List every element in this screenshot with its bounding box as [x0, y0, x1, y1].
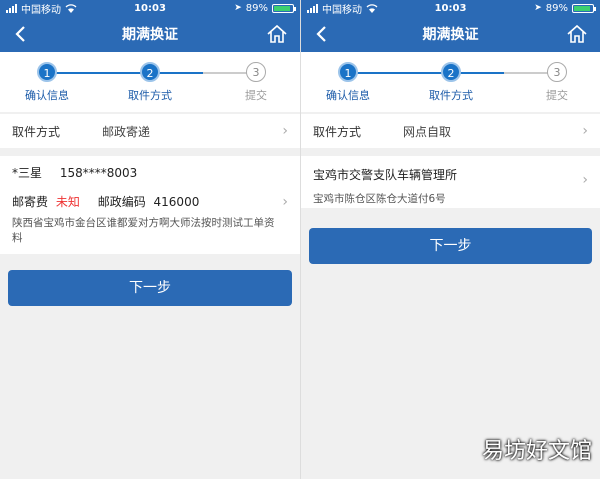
pickup-method-value: 网点自取	[403, 124, 452, 139]
step-indicator: 1 确认信息 2 取件方式 3 提交	[0, 52, 300, 112]
pickup-method-row[interactable]: 取件方式 邮政寄递 ›	[0, 114, 300, 148]
step-3-label: 提交	[245, 89, 267, 102]
step-1-label: 确认信息	[25, 89, 69, 102]
step-indicator: 1 确认信息 2 取件方式 3 提交	[301, 52, 600, 112]
location-icon: ➤	[534, 3, 542, 13]
watermark-text: 易坊好文馆	[481, 439, 592, 464]
battery-percent: 89%	[545, 2, 568, 14]
pickup-point-card[interactable]: 宝鸡市交警支队车辆管理所 宝鸡市陈仓区陈仓大道付6号 ›	[301, 156, 600, 208]
carrier-name: 中国移动	[21, 4, 61, 16]
signal-icon	[307, 3, 318, 13]
pickup-method-row[interactable]: 取件方式 网点自取 ›	[301, 114, 600, 148]
home-icon[interactable]	[266, 24, 288, 44]
step-3-circle: 3	[246, 62, 266, 82]
pickup-method-value: 邮政寄递	[102, 124, 151, 139]
battery-icon	[272, 3, 296, 13]
step-1-circle: 1	[338, 62, 358, 82]
chevron-right-icon: ›	[282, 123, 288, 139]
postcode-label: 邮政编码	[97, 195, 146, 209]
status-bar: 中国移动 10:03 ➤ 89%	[0, 0, 300, 16]
signal-icon	[6, 3, 17, 13]
phone-screen-left: 中国移动 10:03 ➤ 89% 期满换证 1 确认信息 2 取件方式 3 提交…	[0, 0, 300, 479]
postage-value: 未知	[55, 195, 80, 209]
page-title: 期满换证	[122, 27, 178, 43]
step-2: 2 取件方式	[120, 62, 180, 103]
step-1-label: 确认信息	[326, 89, 370, 102]
pickup-method-label: 取件方式	[313, 124, 362, 139]
step-3-circle: 3	[547, 62, 567, 82]
battery-percent: 89%	[245, 2, 268, 14]
nav-bar: 期满换证	[301, 16, 600, 52]
step-1: 1 确认信息	[318, 62, 378, 103]
step-1: 1 确认信息	[17, 62, 77, 103]
step-2-label: 取件方式	[429, 89, 473, 102]
chevron-right-icon: ›	[282, 194, 288, 210]
status-bar: 中国移动 10:03 ➤ 89%	[301, 0, 600, 16]
step-1-circle: 1	[37, 62, 57, 82]
nav-bar: 期满换证	[0, 16, 300, 52]
address-card[interactable]: *三星 158****8003 邮寄费 未知 邮政编码 416000 陕西省宝鸡…	[0, 156, 300, 254]
postage-label: 邮寄费	[12, 195, 49, 209]
phone-screen-right: 中国移动 10:03 ➤ 89% 期满换证 1 确认信息 2 取件方式 3 提交…	[300, 0, 600, 479]
back-arrow-icon[interactable]	[12, 24, 32, 44]
step-2: 2 取件方式	[421, 62, 481, 103]
next-step-button[interactable]: 下一步	[309, 228, 592, 264]
wifi-icon	[65, 3, 77, 13]
step-2-circle: 2	[140, 62, 160, 82]
back-arrow-icon[interactable]	[313, 24, 333, 44]
recipient-phone: 158****8003	[59, 166, 138, 180]
step-3: 3 提交	[226, 62, 286, 103]
step-2-circle: 2	[441, 62, 461, 82]
postcode-value: 416000	[153, 195, 200, 209]
pickup-point-name: 宝鸡市交警支队车辆管理所	[313, 168, 458, 182]
carrier-name: 中国移动	[322, 4, 362, 16]
step-3: 3 提交	[527, 62, 587, 103]
pickup-point-address: 宝鸡市陈仓区陈仓大道付6号	[313, 193, 446, 205]
header: 中国移动 10:03 ➤ 89% 期满换证	[301, 0, 600, 52]
wifi-icon	[366, 3, 378, 13]
pickup-method-label: 取件方式	[12, 124, 61, 139]
page-title: 期满换证	[422, 27, 479, 43]
location-icon: ➤	[234, 3, 242, 13]
step-3-label: 提交	[546, 89, 568, 102]
chevron-right-icon: ›	[582, 123, 588, 139]
next-step-button[interactable]: 下一步	[8, 270, 292, 306]
battery-icon	[572, 3, 596, 13]
recipient-address: 陕西省宝鸡市金台区谁都爱对方啊大师法按时测试工单资料	[12, 217, 275, 244]
recipient-name: *三星	[12, 166, 43, 180]
header: 中国移动 10:03 ➤ 89% 期满换证	[0, 0, 300, 52]
chevron-right-icon: ›	[582, 172, 588, 188]
home-icon[interactable]	[566, 24, 588, 44]
step-2-label: 取件方式	[128, 89, 172, 102]
